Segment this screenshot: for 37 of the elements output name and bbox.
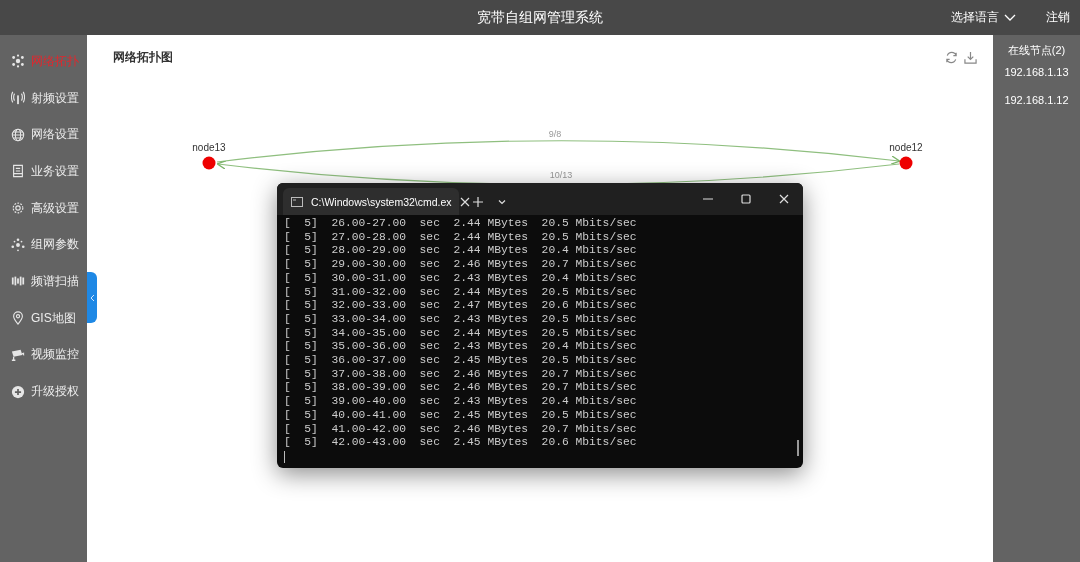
terminal-line: [ 5] 39.00-40.00 sec 2.43 MBytes 20.4 Mbits/sec bbox=[284, 395, 637, 409]
terminal-line: [ 5] 38.00-39.00 sec 2.46 MBytes 20.7 Mbits/sec bbox=[284, 381, 637, 396]
terminal-line: [ 5] 29.00-30.00 sec 2.46 MBytes 20.7 Mbits/sec bbox=[284, 258, 637, 272]
terminal-line: [ 5] 35.00-36.00 sec 2.43 MBytes 20.4 Mbits/sec bbox=[284, 340, 637, 355]
terminal-line: [ 5] 40.00-41.00 sec 2.45 MBytes 20.5 Mbits/sec bbox=[284, 408, 637, 423]
node-address[interactable]: 192.168.1.13 bbox=[1004, 66, 1069, 78]
panel-title: 网络拓扑图 bbox=[113, 49, 173, 66]
node-address[interactable]: 192.168.1.12 bbox=[1004, 94, 1069, 106]
link-label: 9/8 bbox=[548, 129, 562, 139]
node-label: node12 bbox=[889, 142, 923, 153]
terminal-line: [ 5] 33.00-34.00 sec 2.43 MBytes 20.5 Mbits/sec bbox=[284, 312, 637, 327]
terminal-line: [ 5] 37.00-38.00 sec 2.46 MBytes 20.7 Mbits/sec bbox=[284, 367, 637, 382]
sidebar-item[interactable]: 组网参数 bbox=[0, 226, 87, 264]
terminal-line: [ 5] 34.00-35.00 sec 2.44 MBytes 20.5 Mbits/sec bbox=[284, 326, 637, 341]
terminal-line: [ 5] 42.00-43.00 sec 2.45 MBytes 20.6 Mbits/sec bbox=[284, 436, 637, 450]
terminal-line: [ 5] 32.00-33.00 sec 2.47 MBytes 20.6 Mbits/sec bbox=[284, 299, 637, 313]
terminal-line: [ 5] 41.00-42.00 sec 2.46 MBytes 20.7 Mbits/sec bbox=[284, 422, 637, 437]
node-label: node13 bbox=[192, 142, 226, 153]
sidebar-item[interactable]: 高级设置 bbox=[0, 189, 87, 227]
sidebar-item[interactable]: 视频监控 bbox=[0, 336, 87, 374]
terminal-line: [ 5] 30.00-31.00 sec 2.43 MBytes 20.4 Mbits/sec bbox=[284, 271, 637, 286]
sidebar-item[interactable]: 网络设置 bbox=[0, 116, 87, 154]
terminal-line: [ 5] 26.00-27.00 sec 2.44 MBytes 20.5 Mbits/sec bbox=[284, 217, 637, 231]
app-title: 宽带自组网管理系统 bbox=[477, 8, 603, 27]
sidebar-item[interactable]: 业务设置 bbox=[0, 153, 87, 190]
terminal-line: [ 5] 27.00-28.00 sec 2.44 MBytes 20.5 Mbits/sec bbox=[284, 230, 637, 245]
sidebar-item[interactable]: 频谱扫描 bbox=[0, 263, 87, 300]
language-menu[interactable]: 选择语言 bbox=[951, 9, 1016, 26]
terminal-line: [ 5] 31.00-32.00 sec 2.44 MBytes 20.5 Mbits/sec bbox=[284, 285, 637, 300]
terminal-line: [ 5] 28.00-29.00 sec 2.44 MBytes 20.4 Mbits/sec bbox=[284, 244, 637, 259]
sidebar-item[interactable]: 射频设置 bbox=[0, 79, 87, 117]
panel-title: 在线节点(2) bbox=[1007, 43, 1066, 58]
sidebar-item[interactable]: GIS地图 bbox=[0, 299, 87, 337]
terminal-line: [ 5] 36.00-37.00 sec 2.45 MBytes 20.5 Mbits/sec bbox=[284, 354, 637, 368]
link-label: 10/13 bbox=[549, 170, 573, 180]
logout-link[interactable]: 注销 bbox=[1046, 9, 1070, 26]
sidebar-item[interactable]: 升级授权 bbox=[0, 373, 87, 410]
